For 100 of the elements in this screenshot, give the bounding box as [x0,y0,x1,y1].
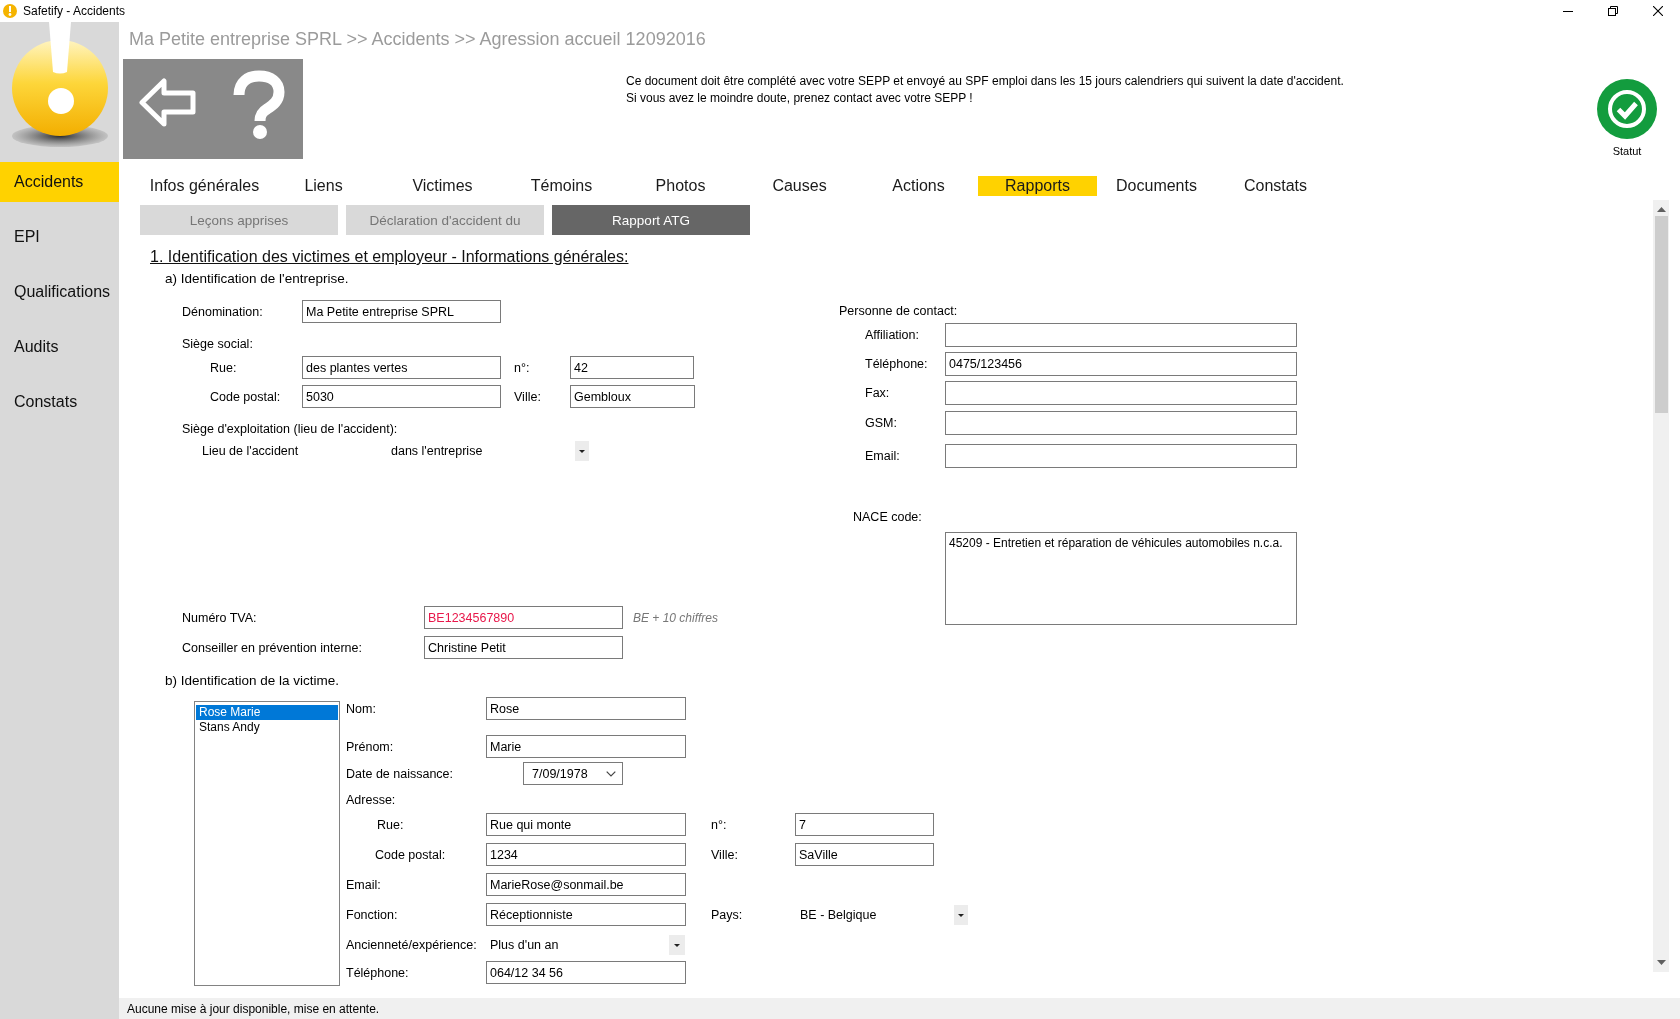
tab[interactable]: Documents [1097,176,1216,196]
text-field[interactable] [945,411,1297,435]
field-label: Affiliation: [865,328,919,342]
text-field[interactable]: Réceptionniste [486,903,686,926]
window-title: Safetify - Accidents [23,4,126,18]
app-logo-icon [3,4,17,18]
tab[interactable]: Photos [621,176,740,196]
field-label: Date de naissance: [346,766,453,781]
field-label: Email: [346,877,381,892]
text-field[interactable]: 064/12 34 56 [486,961,686,984]
nav-item[interactable]: EPI [0,217,119,257]
text-field[interactable] [945,444,1297,468]
notice-text: Ce document doit être complété avec votre SEPP et envoyé au SPF emploi dans les 15 jours calendriers qui suivent la date d'accident. [626,73,1344,90]
field-label: Code postal: [375,847,446,862]
tab[interactable]: Victimes [383,176,502,196]
check-circle-icon [1597,79,1657,139]
text-field[interactable]: 1234 [486,843,686,866]
restore-icon [1607,6,1618,16]
caret-down-icon [669,934,685,955]
minimize-icon [1562,10,1573,12]
field-label: Prénom: [346,739,394,754]
text-field[interactable]: SaVille [795,843,934,866]
text-field[interactable]: MarieRose@sonmail.be [486,873,686,896]
text-area[interactable]: 45209 - Entretien et réparation de véhicules automobiles n.c.a. [945,532,1297,625]
tab[interactable]: Témoins [502,176,621,196]
field-label: n°: [514,360,530,375]
text-field[interactable]: BE1234567890 [424,606,623,629]
tab[interactable]: Actions [859,176,978,196]
text-field[interactable]: Rue qui monte [486,813,686,836]
nav-item[interactable]: Accidents [0,162,119,202]
field-label: Adresse: [346,792,396,808]
tab[interactable]: Causes [740,176,859,196]
field-label: Ancienneté/expérience: [346,937,477,952]
subsection-heading: a) Identification de l'entreprise. [165,271,349,287]
field-label: Téléphone: [865,357,928,371]
tab[interactable]: Infos générales [145,176,264,196]
caret-down-icon [575,441,589,461]
field-label: Conseiller en prévention interne: [182,640,362,655]
tab[interactable]: Rapports [978,176,1097,196]
scroll-down-icon [1656,960,1666,965]
field-label: Pays: [711,907,743,922]
field-label: Rue: [377,817,404,832]
field-label: Code postal: [210,389,281,404]
field-label: n°: [711,817,727,832]
scrollbar-track[interactable] [1653,200,1669,972]
caret-down-icon [954,904,968,925]
status-button[interactable]: Statut [1597,79,1657,157]
date-field[interactable]: 7/09/1978 [523,762,623,785]
field-label: Ville: [514,389,541,404]
victim-list[interactable]: Rose Marie Stans Andy [194,701,340,986]
text-field[interactable]: 5030 [302,385,501,408]
subtab[interactable]: Rapport ATG [552,205,750,235]
field-label: NACE code: [853,509,922,525]
field-label: Personne de contact: [839,303,958,319]
field-label: Email: [865,449,900,463]
tab[interactable]: Constats [1216,176,1335,196]
nav-item[interactable]: Audits [0,327,119,367]
dropdown-field[interactable]: BE - Belgique [795,904,968,925]
field-label: Ville: [711,847,738,862]
text-field[interactable] [945,381,1297,405]
field-label: Téléphone: [346,965,409,980]
chevron-down-icon [606,770,616,777]
section-heading: 1. Identification des victimes et employeur - Informations générales: [150,247,629,267]
notice-text: Si vous avez le moindre doute, prenez contact avec votre SEPP ! [626,90,973,107]
dropdown-field[interactable]: dans l'entreprise [391,441,589,461]
text-field[interactable]: 7 [795,813,934,836]
field-label: Siège social: [182,336,253,352]
nav-item[interactable]: Qualifications [0,272,119,312]
hint-text: BE + 10 chiffres [633,610,719,625]
field-label: Lieu de l'accident [202,444,299,458]
back-button[interactable] [139,78,196,127]
text-field[interactable]: Gembloux [570,385,695,408]
breadcrumb-text: Ma Petite entreprise SPRL >> Accidents >> Agression accueil 12092016 [129,28,706,50]
list-item[interactable]: Stans Andy [196,720,338,735]
field-label: Dénomination: [182,304,263,319]
scroll-up-icon [1656,207,1666,212]
text-field[interactable]: 42 [570,356,694,379]
text-field[interactable]: Rose [486,697,686,720]
scroll-thumb[interactable] [1654,216,1668,413]
text-field[interactable]: 0475/123456 [945,352,1297,376]
dropdown-field[interactable]: Plus d'un an [486,934,686,955]
field-label: GSM: [865,416,897,430]
text-field[interactable]: Ma Petite entreprise SPRL [302,300,501,323]
field-label: Siège d'exploitation (lieu de l'accident): [182,421,398,437]
field-label: Fonction: [346,907,398,922]
nav-item[interactable]: Constats [0,382,119,422]
status-bar: Aucune mise à jour disponible, mise en attente. [119,998,1680,1019]
field-label: Nom: [346,701,376,716]
text-field[interactable]: des plantes vertes [302,356,501,379]
field-label: Rue: [210,360,237,375]
text-field[interactable] [945,323,1297,347]
list-item[interactable]: Rose Marie [196,705,338,720]
field-label: Fax: [865,386,890,400]
text-field[interactable]: Christine Petit [424,636,623,659]
back-arrow-icon [139,78,196,127]
field-label: Numéro TVA: [182,610,257,625]
tab[interactable]: Liens [264,176,383,196]
close-icon [1652,6,1663,16]
text-field[interactable]: Marie [486,735,686,758]
subsection-heading: b) Identification de la victime. [165,673,340,689]
